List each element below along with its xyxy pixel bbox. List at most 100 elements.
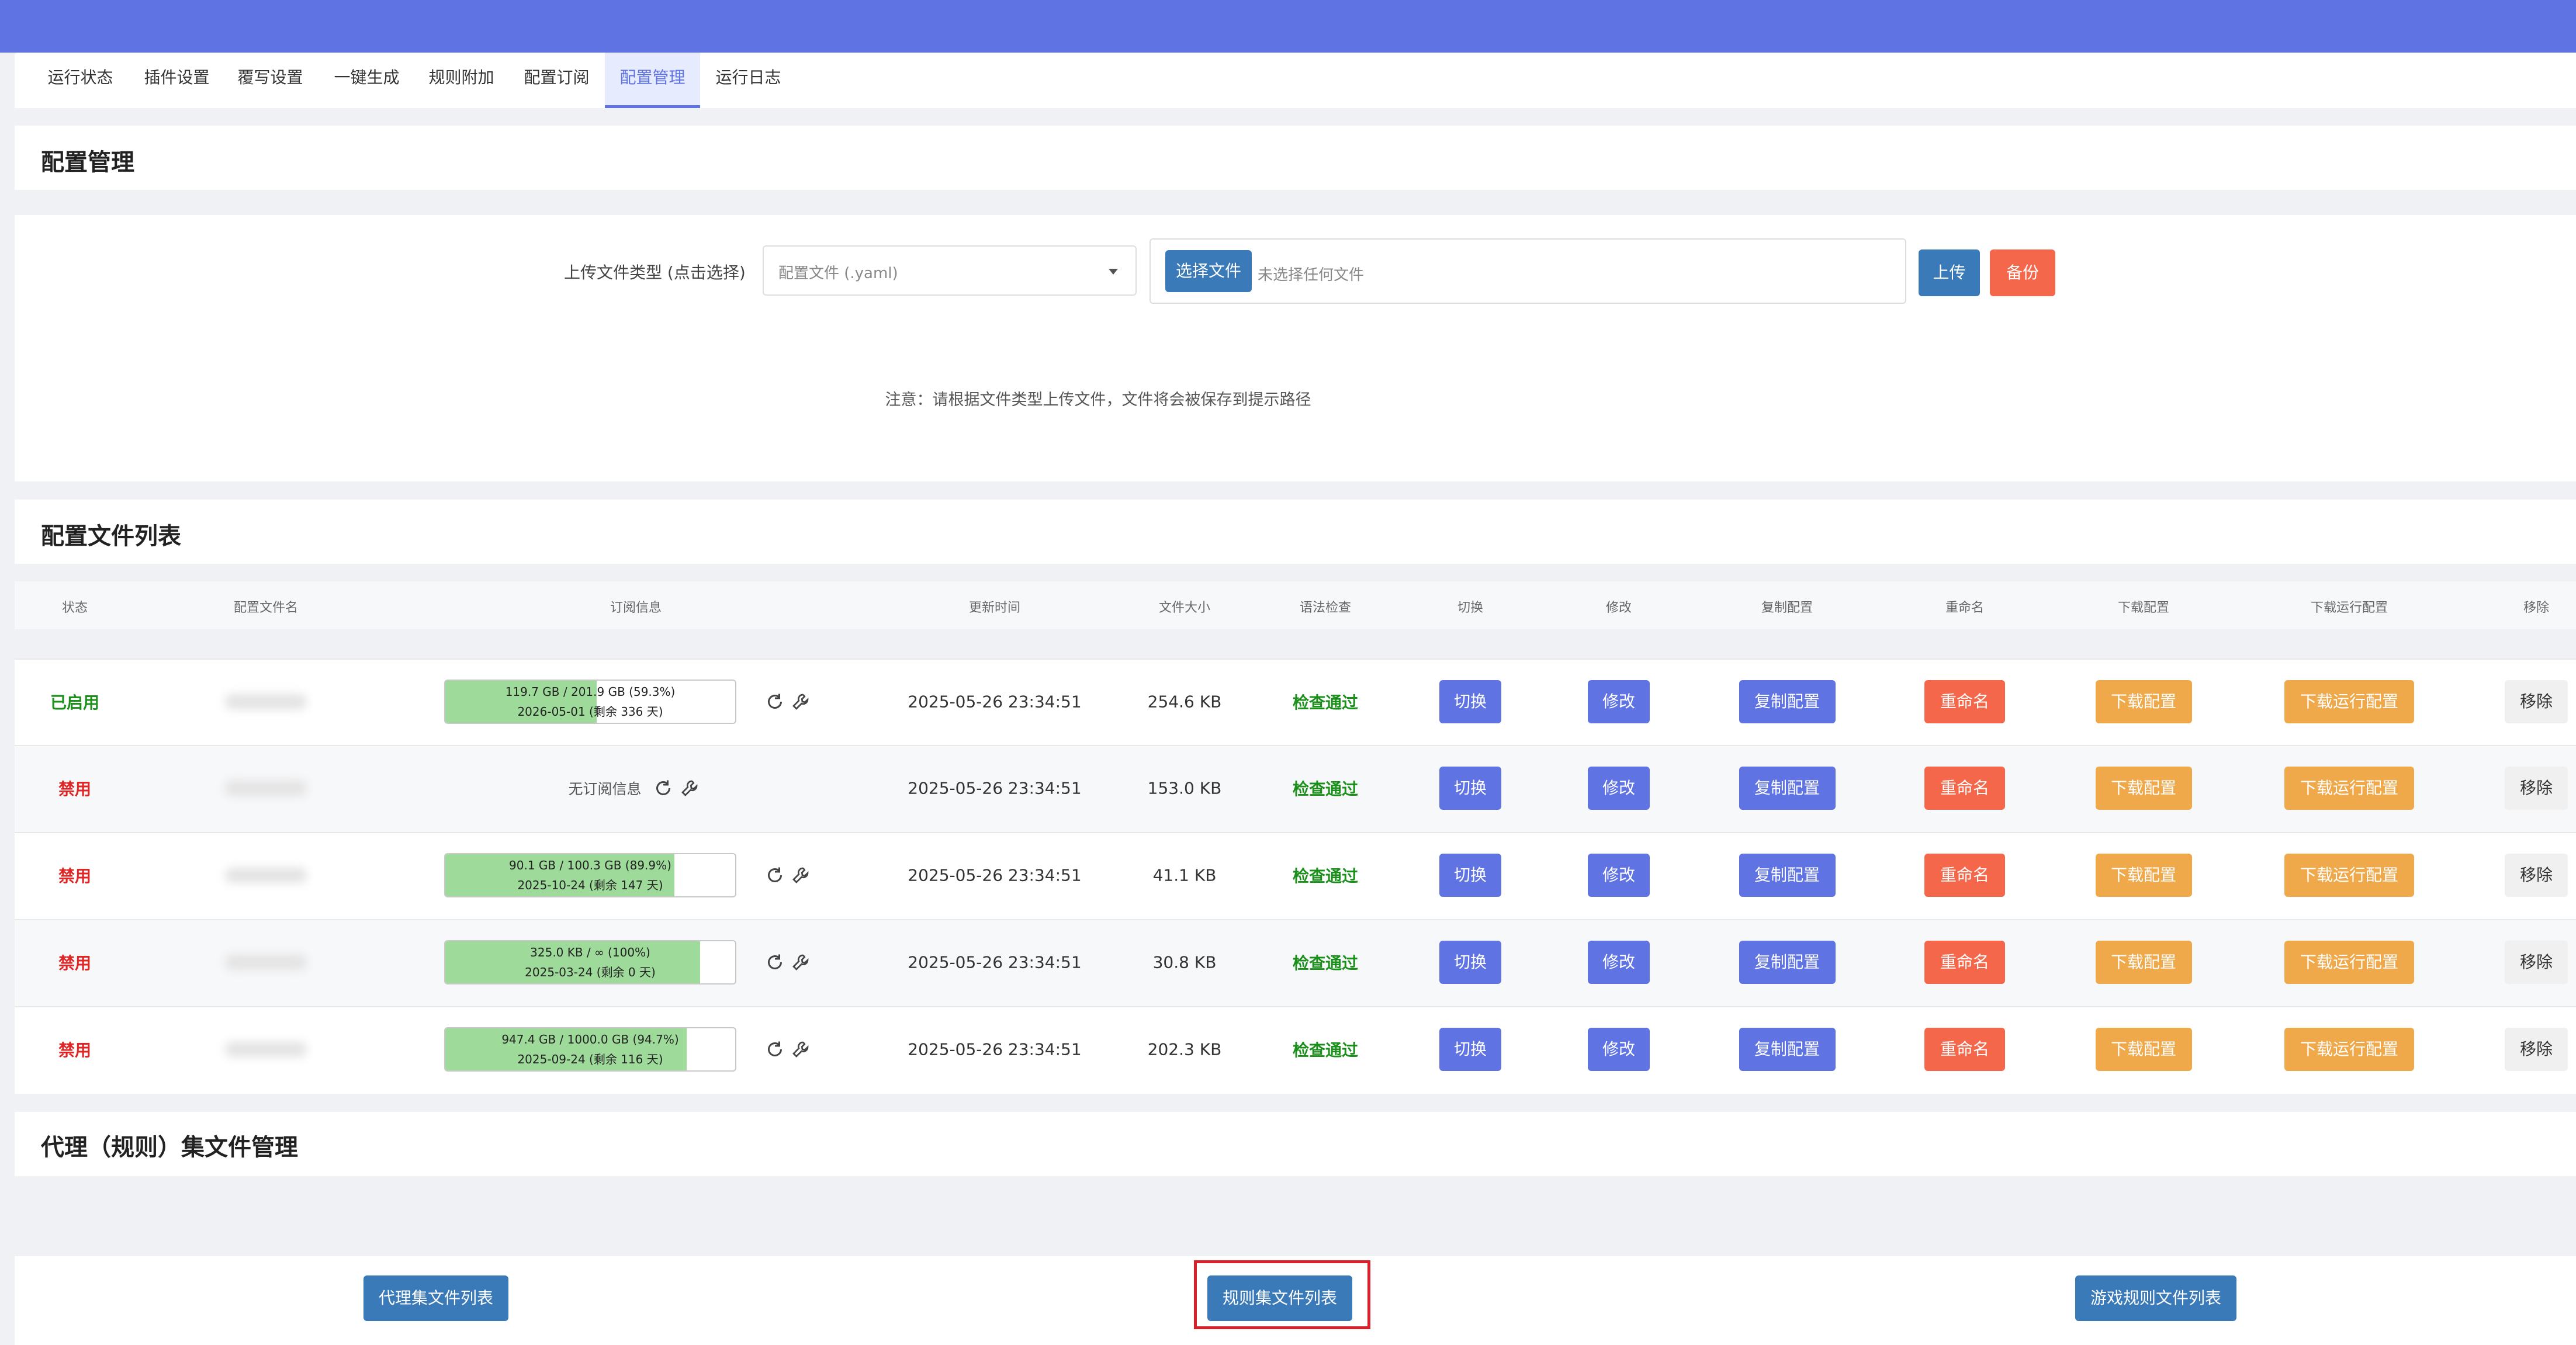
file-list-header: 配置文件列表 — [15, 500, 2576, 564]
refresh-icon[interactable] — [764, 1039, 785, 1060]
wrench-icon[interactable] — [790, 691, 811, 712]
switch-button[interactable]: 切换 — [1439, 680, 1501, 723]
row-status: 禁用 — [58, 779, 92, 799]
copy-config-button[interactable]: 复制配置 — [1739, 767, 1836, 810]
col-switch: 切换 — [1457, 601, 1484, 615]
wrench-icon[interactable] — [790, 952, 811, 973]
download-run-config-button[interactable]: 下载运行配置 — [2284, 941, 2414, 984]
row-status: 禁用 — [58, 954, 92, 973]
rename-button[interactable]: 重命名 — [1924, 854, 2005, 897]
row-filename-blurred — [225, 868, 307, 883]
choose-file-button[interactable]: 选择文件 — [1165, 250, 1252, 292]
row-update-time: 2025-05-26 23:34:51 — [908, 1039, 1082, 1059]
download-config-button[interactable]: 下载配置 — [2095, 854, 2192, 897]
row-update-time: 2025-05-26 23:34:51 — [908, 692, 1082, 712]
refresh-icon[interactable] — [764, 952, 785, 973]
section-title-file-list: 配置文件列表 — [41, 523, 181, 550]
rename-button[interactable]: 重命名 — [1924, 767, 2005, 810]
refresh-icon[interactable] — [764, 691, 785, 712]
col-filename: 配置文件名 — [233, 601, 299, 615]
tab-one-click-generate[interactable]: 一键生成 — [327, 53, 406, 108]
row-status: 禁用 — [58, 1041, 92, 1060]
wrench-icon[interactable] — [679, 778, 700, 799]
subscription-progress: 947.4 GB / 1000.0 GB (94.7%) 2025-09-24 … — [444, 1027, 736, 1072]
subscription-usage: 119.7 GB / 201.9 GB (59.3%) — [505, 685, 676, 699]
copy-config-button[interactable]: 复制配置 — [1739, 680, 1836, 723]
tab-plugin-settings[interactable]: 插件设置 — [137, 53, 216, 108]
row-file-size: 153.0 KB — [1147, 778, 1222, 798]
remove-button[interactable]: 移除 — [2505, 1028, 2568, 1071]
switch-button[interactable]: 切换 — [1439, 854, 1501, 897]
wrench-icon[interactable] — [790, 1039, 811, 1060]
tab-run-log[interactable]: 运行日志 — [709, 53, 788, 108]
no-file-text: 未选择任何文件 — [1258, 266, 1365, 284]
download-run-config-button[interactable]: 下载运行配置 — [2284, 680, 2414, 723]
switch-button[interactable]: 切换 — [1439, 941, 1501, 984]
file-input[interactable]: 选择文件 未选择任何文件 — [1149, 238, 1906, 304]
row-filename-blurred — [225, 955, 307, 970]
row-syntax-check: 检查通过 — [1292, 1041, 1359, 1060]
remove-button[interactable]: 移除 — [2505, 854, 2568, 897]
row-update-time: 2025-05-26 23:34:51 — [908, 952, 1082, 972]
rename-button[interactable]: 重命名 — [1924, 941, 2005, 984]
download-config-button[interactable]: 下载配置 — [2095, 941, 2192, 984]
row-filename-blurred — [225, 694, 307, 709]
section-title-proxy: 代理（规则）集文件管理 — [41, 1134, 298, 1161]
edit-button[interactable]: 修改 — [1588, 767, 1650, 810]
tab-config-subscribe[interactable]: 配置订阅 — [517, 53, 596, 108]
copy-config-button[interactable]: 复制配置 — [1739, 941, 1836, 984]
upload-type-selected: 配置文件 (.yaml) — [778, 265, 898, 282]
upload-note: 注意：请根据文件类型上传文件，文件将会被保存到提示路径 — [885, 391, 1311, 409]
col-status: 状态 — [61, 601, 88, 615]
refresh-icon[interactable] — [764, 865, 785, 886]
upload-type-label: 上传文件类型 (点击选择) — [564, 263, 746, 282]
subscription-progress: 90.1 GB / 100.3 GB (89.9%) 2025-10-24 (剩… — [444, 853, 736, 897]
proxy-set-list-button[interactable]: 代理集文件列表 — [363, 1275, 508, 1321]
backup-button[interactable]: 备份 — [1990, 249, 2055, 296]
switch-button[interactable]: 切换 — [1439, 767, 1501, 810]
edit-button[interactable]: 修改 — [1588, 1028, 1650, 1071]
subscription-usage: 90.1 GB / 100.3 GB (89.9%) — [509, 858, 671, 872]
tab-override-settings[interactable]: 覆写设置 — [231, 53, 310, 108]
refresh-icon[interactable] — [653, 778, 674, 799]
download-run-config-button[interactable]: 下载运行配置 — [2284, 767, 2414, 810]
col-edit: 修改 — [1605, 601, 1632, 615]
copy-config-button[interactable]: 复制配置 — [1739, 1028, 1836, 1071]
game-rule-list-button[interactable]: 游戏规则文件列表 — [2075, 1275, 2236, 1321]
tab-rule-append[interactable]: 规则附加 — [422, 53, 501, 108]
no-subscription-text: 无订阅信息 — [568, 781, 642, 798]
row-syntax-check: 检查通过 — [1292, 954, 1359, 973]
edit-button[interactable]: 修改 — [1588, 680, 1650, 723]
row-syntax-check: 检查通过 — [1292, 779, 1359, 799]
download-config-button[interactable]: 下载配置 — [2095, 767, 2192, 810]
upload-button[interactable]: 上传 — [1919, 249, 1980, 296]
tab-run-status[interactable]: 运行状态 — [41, 53, 120, 108]
wrench-icon[interactable] — [790, 865, 811, 886]
remove-button[interactable]: 移除 — [2505, 767, 2568, 810]
edit-button[interactable]: 修改 — [1588, 941, 1650, 984]
remove-button[interactable]: 移除 — [2505, 941, 2568, 984]
subscription-usage: 947.4 GB / 1000.0 GB (94.7%) — [501, 1032, 679, 1046]
copy-config-button[interactable]: 复制配置 — [1739, 854, 1836, 897]
edit-button[interactable]: 修改 — [1588, 854, 1650, 897]
subscription-expire: 2026-05-01 (剩余 336 天) — [517, 705, 663, 719]
row-update-time: 2025-05-26 23:34:51 — [908, 865, 1082, 885]
section-title-config-manage: 配置管理 — [41, 149, 134, 176]
rule-set-list-button[interactable]: 规则集文件列表 — [1207, 1275, 1352, 1321]
download-run-config-button[interactable]: 下载运行配置 — [2284, 854, 2414, 897]
rename-button[interactable]: 重命名 — [1924, 1028, 2005, 1071]
col-copy: 复制配置 — [1761, 601, 1813, 615]
download-config-button[interactable]: 下载配置 — [2095, 1028, 2192, 1071]
download-run-config-button[interactable]: 下载运行配置 — [2284, 1028, 2414, 1071]
subscription-progress: 325.0 KB / ∞ (100%) 2025-03-24 (剩余 0 天) — [444, 940, 736, 985]
col-remove: 移除 — [2523, 601, 2550, 615]
top-header-bar — [0, 0, 2576, 53]
remove-button[interactable]: 移除 — [2505, 680, 2568, 723]
config-manage-header: 配置管理 — [15, 126, 2576, 190]
upload-type-select[interactable]: 配置文件 (.yaml) — [763, 245, 1137, 296]
col-subscription: 订阅信息 — [610, 601, 662, 615]
rename-button[interactable]: 重命名 — [1924, 680, 2005, 723]
switch-button[interactable]: 切换 — [1439, 1028, 1501, 1071]
download-config-button[interactable]: 下载配置 — [2095, 680, 2192, 723]
tab-config-manage[interactable]: 配置管理 — [605, 53, 700, 108]
